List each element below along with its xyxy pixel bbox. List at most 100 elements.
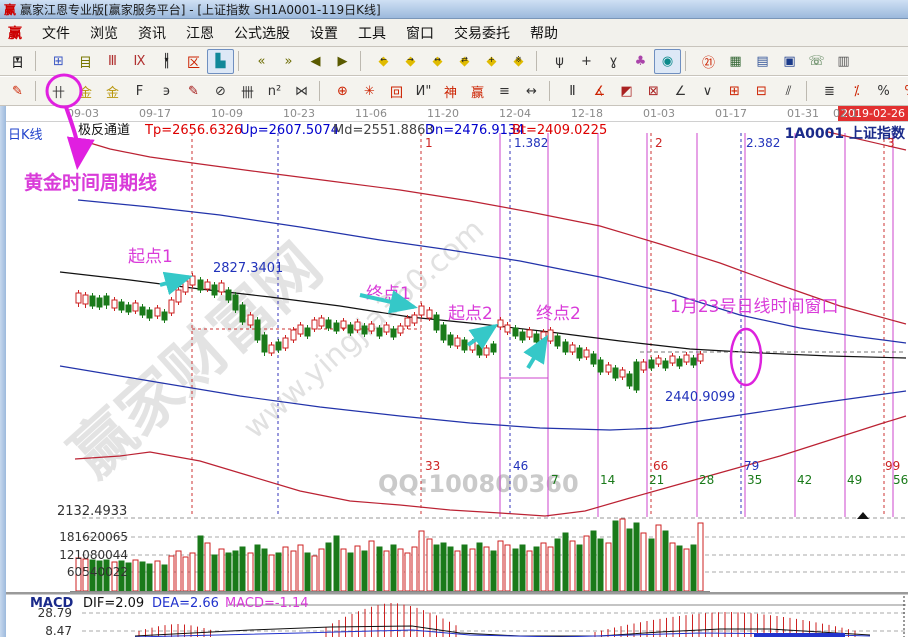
square-spiral-icon[interactable]: 回 <box>383 79 410 104</box>
volume-bar <box>691 545 696 591</box>
skip-start-button[interactable]: « <box>248 49 275 74</box>
date-tick-label: 09-03 <box>67 107 99 120</box>
pillar-tool-icon[interactable]: Ⅱ <box>559 79 586 104</box>
save-icon[interactable]: ▣ <box>776 49 803 74</box>
candle-body <box>691 358 696 365</box>
period-day-dropdown[interactable]: 日▾ <box>4 49 31 74</box>
volume-bar <box>441 543 446 591</box>
channel-line-dn <box>60 366 906 430</box>
gann-arrow-swap-button-overlay: ⇄ <box>452 55 477 64</box>
grid-fan-icon[interactable]: ⊠ <box>640 79 667 104</box>
volume-bar <box>563 533 568 591</box>
price-bars-icon[interactable]: ≣ <box>816 79 843 104</box>
channel-line-bt <box>75 416 906 516</box>
angle-line-icon[interactable]: ∠ <box>667 79 694 104</box>
wave-count-icon[interactable]: И" <box>410 79 437 104</box>
gann-arrow-cross-button[interactable]: ◆+ <box>478 49 505 74</box>
hand-tool-icon[interactable]: ψ <box>546 49 573 74</box>
minute-3-chart-icon[interactable]: Ⅲ <box>99 49 126 74</box>
gann-arrow-left-button[interactable]: ◆← <box>370 49 397 74</box>
remote-pc-icon[interactable]: ▥ <box>830 49 857 74</box>
gann-arrow-hboth-button[interactable]: ◆↔ <box>424 49 451 74</box>
candle-body <box>484 348 489 355</box>
date-axis: 2019-02-26 09-0309-1710-0910-2311-0611-2… <box>0 106 908 122</box>
volume-bar <box>398 549 403 591</box>
candle-body <box>448 335 453 345</box>
candle-body <box>427 310 432 318</box>
calendar-21-button[interactable]: ㉑ <box>695 49 722 74</box>
candle-body <box>76 293 81 303</box>
gann-arrow-right-button[interactable]: ◆→ <box>397 49 424 74</box>
vee-line-icon[interactable]: ∨ <box>694 79 721 104</box>
brush-icon[interactable]: ✎ <box>4 79 31 104</box>
mind-map-icon[interactable]: ◉ <box>654 49 681 74</box>
golden-ratio-icon[interactable]: 金 <box>99 79 126 104</box>
step-back-button[interactable]: ◀ <box>302 49 329 74</box>
menu-窗口[interactable]: 窗口 <box>396 23 444 43</box>
red-grid-icon[interactable]: ⊞ <box>721 79 748 104</box>
golden-cycle-icon[interactable]: 金 <box>72 79 99 104</box>
ray-fan-icon[interactable]: ∡ <box>586 79 613 104</box>
menu-帮助[interactable]: 帮助 <box>520 23 568 43</box>
spiral-tool-icon[interactable]: ϶ <box>153 79 180 104</box>
candle-body <box>405 318 410 326</box>
step-forward-button[interactable]: ▶ <box>329 49 356 74</box>
percent-icon[interactable]: % <box>870 79 897 104</box>
candle-style-dropdown[interactable]: ║▾ <box>153 49 180 74</box>
toolbar-separator <box>35 81 43 101</box>
title-bar[interactable]: 赢 赢家江恩专业版[赢家服务平台] - [上证指数 SH1A0001-119日K… <box>0 0 908 19</box>
percent-line-icon[interactable]: % <box>897 79 908 104</box>
menu-文件[interactable]: 文件 <box>32 23 80 43</box>
menu-资讯[interactable]: 资讯 <box>128 23 176 43</box>
phone-dial-icon[interactable]: ☏ <box>803 49 830 74</box>
overlap-window-icon[interactable]: ⊞ <box>45 49 72 74</box>
fibonacci-tool-icon[interactable]: F <box>126 79 153 104</box>
period-day-dropdown-overlay: ▾ <box>5 55 30 64</box>
skip-end-button[interactable]: » <box>275 49 302 74</box>
volume-bar <box>684 549 689 591</box>
tick-ruler-icon[interactable]: 卌 <box>234 79 261 104</box>
candle-body <box>563 342 568 352</box>
info-list-icon[interactable]: 目 <box>72 49 99 74</box>
toolbar-separator <box>360 51 368 71</box>
volume-bar <box>627 529 632 591</box>
gann-grid-tool-icon[interactable]: 卄 <box>45 79 72 104</box>
candle-body <box>305 328 310 336</box>
toolbar-separator <box>536 51 544 71</box>
red-grid2-icon[interactable]: ⊟ <box>748 79 775 104</box>
menu-工具[interactable]: 工具 <box>348 23 396 43</box>
menu-公式选股[interactable]: 公式选股 <box>224 23 300 43</box>
starburst-tool-icon[interactable]: ✳ <box>356 79 383 104</box>
menu-浏览[interactable]: 浏览 <box>80 23 128 43</box>
ruler-123-icon[interactable]: ≡ <box>491 79 518 104</box>
volume-bar <box>419 531 424 591</box>
width-measure-icon[interactable]: ↔ <box>518 79 545 104</box>
volume-bar <box>591 531 596 591</box>
strike-percent-icon[interactable]: ⁒ <box>843 79 870 104</box>
cursor-tool-icon[interactable]: ɣ <box>600 49 627 74</box>
n-square-icon[interactable]: n² <box>261 79 288 104</box>
menu-设置[interactable]: 设置 <box>300 23 348 43</box>
red-pen-icon[interactable]: ✎ <box>180 79 207 104</box>
menu-江恩[interactable]: 江恩 <box>176 23 224 43</box>
mirror-tool-icon[interactable]: ⋈ <box>288 79 315 104</box>
candle-body <box>83 295 88 304</box>
band-segment-icon[interactable]: 区 <box>180 49 207 74</box>
minute-9-chart-icon[interactable]: Ⅸ <box>126 49 153 74</box>
parallel-lines-icon[interactable]: ⫽ <box>775 79 802 104</box>
notebook-icon[interactable]: ▤ <box>749 49 776 74</box>
fan-shape-icon[interactable]: ◩ <box>613 79 640 104</box>
crosshair-icon[interactable]: + <box>573 49 600 74</box>
calculator-icon[interactable]: ▦ <box>722 49 749 74</box>
target-tool-icon[interactable]: ⊕ <box>329 79 356 104</box>
win-tool-icon[interactable]: 赢 <box>464 79 491 104</box>
shen-tool-icon[interactable]: 神 <box>437 79 464 104</box>
menu-交易委托[interactable]: 交易委托 <box>444 23 520 43</box>
cycle-circle-icon[interactable]: ⊘ <box>207 79 234 104</box>
gann-arrow-move-button[interactable]: ◆※ <box>505 49 532 74</box>
candle-body <box>613 368 618 378</box>
flower-tool-icon[interactable]: ♣ <box>627 49 654 74</box>
toolbar-separator <box>685 51 693 71</box>
color-chart-icon[interactable]: ▙ <box>207 49 234 74</box>
gann-arrow-swap-button[interactable]: ◆⇄ <box>451 49 478 74</box>
